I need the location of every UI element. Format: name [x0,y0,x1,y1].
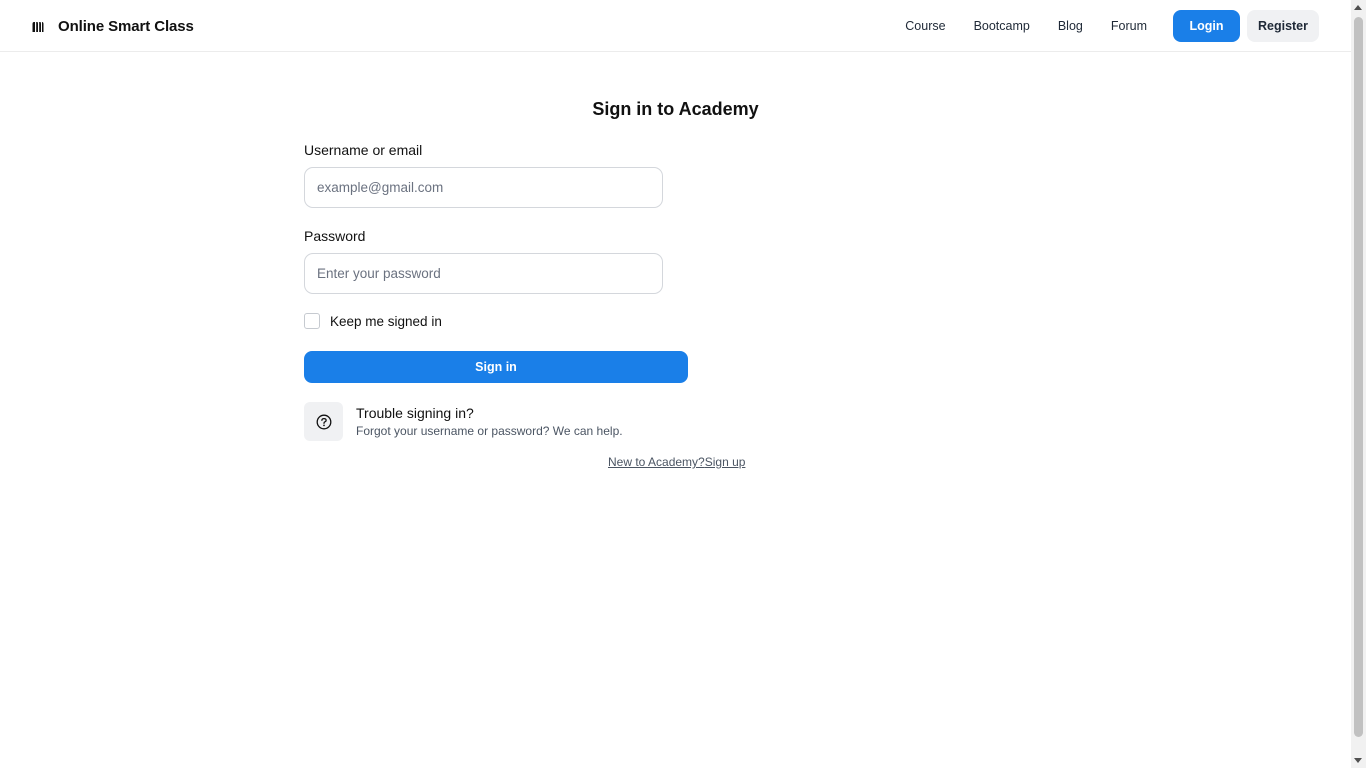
nav-forum[interactable]: Forum [1097,0,1161,52]
brand-name: Online Smart Class [58,17,194,35]
scroll-up-arrow-icon[interactable] [1354,5,1362,10]
help-circle-icon [316,414,331,429]
signup-prompt-text: New to Academy? [608,455,705,469]
nav-course[interactable]: Course [891,0,959,52]
login-button[interactable]: Login [1173,10,1240,42]
main-nav: Course Bootcamp Blog Forum Login Registe… [891,0,1319,52]
top-navbar: Online Smart Class Course Bootcamp Blog … [0,0,1351,52]
scroll-thumb[interactable] [1354,17,1363,737]
remember-me-checkbox[interactable] [304,313,320,329]
trouble-title: Trouble signing in? [356,405,474,421]
remember-me-label[interactable]: Keep me signed in [330,314,442,329]
password-label: Password [304,228,366,244]
brand[interactable]: Online Smart Class [32,14,194,38]
signup-prompt[interactable]: New to Academy?Sign up [608,455,745,469]
help-button[interactable] [304,402,343,441]
page-title: Sign in to Academy [592,99,759,119]
trouble-subtitle: Forgot your username or password? We can… [356,424,623,438]
brand-logo-icon [32,20,44,32]
nav-bootcamp[interactable]: Bootcamp [960,0,1044,52]
sign-in-button[interactable]: Sign in [304,351,688,383]
vertical-scrollbar[interactable] [1351,0,1366,768]
trouble-signing-in: Trouble signing in? Forgot your username… [304,402,623,441]
password-input[interactable] [304,253,663,294]
username-label: Username or email [304,142,423,158]
username-input[interactable] [304,167,663,208]
remember-me: Keep me signed in [304,313,442,329]
page: Online Smart Class Course Bootcamp Blog … [0,0,1366,768]
signup-link[interactable]: Sign up [705,455,746,469]
trouble-text: Trouble signing in? Forgot your username… [356,405,623,439]
nav-blog[interactable]: Blog [1044,0,1097,52]
scroll-down-arrow-icon[interactable] [1354,758,1362,763]
register-button[interactable]: Register [1247,10,1319,42]
